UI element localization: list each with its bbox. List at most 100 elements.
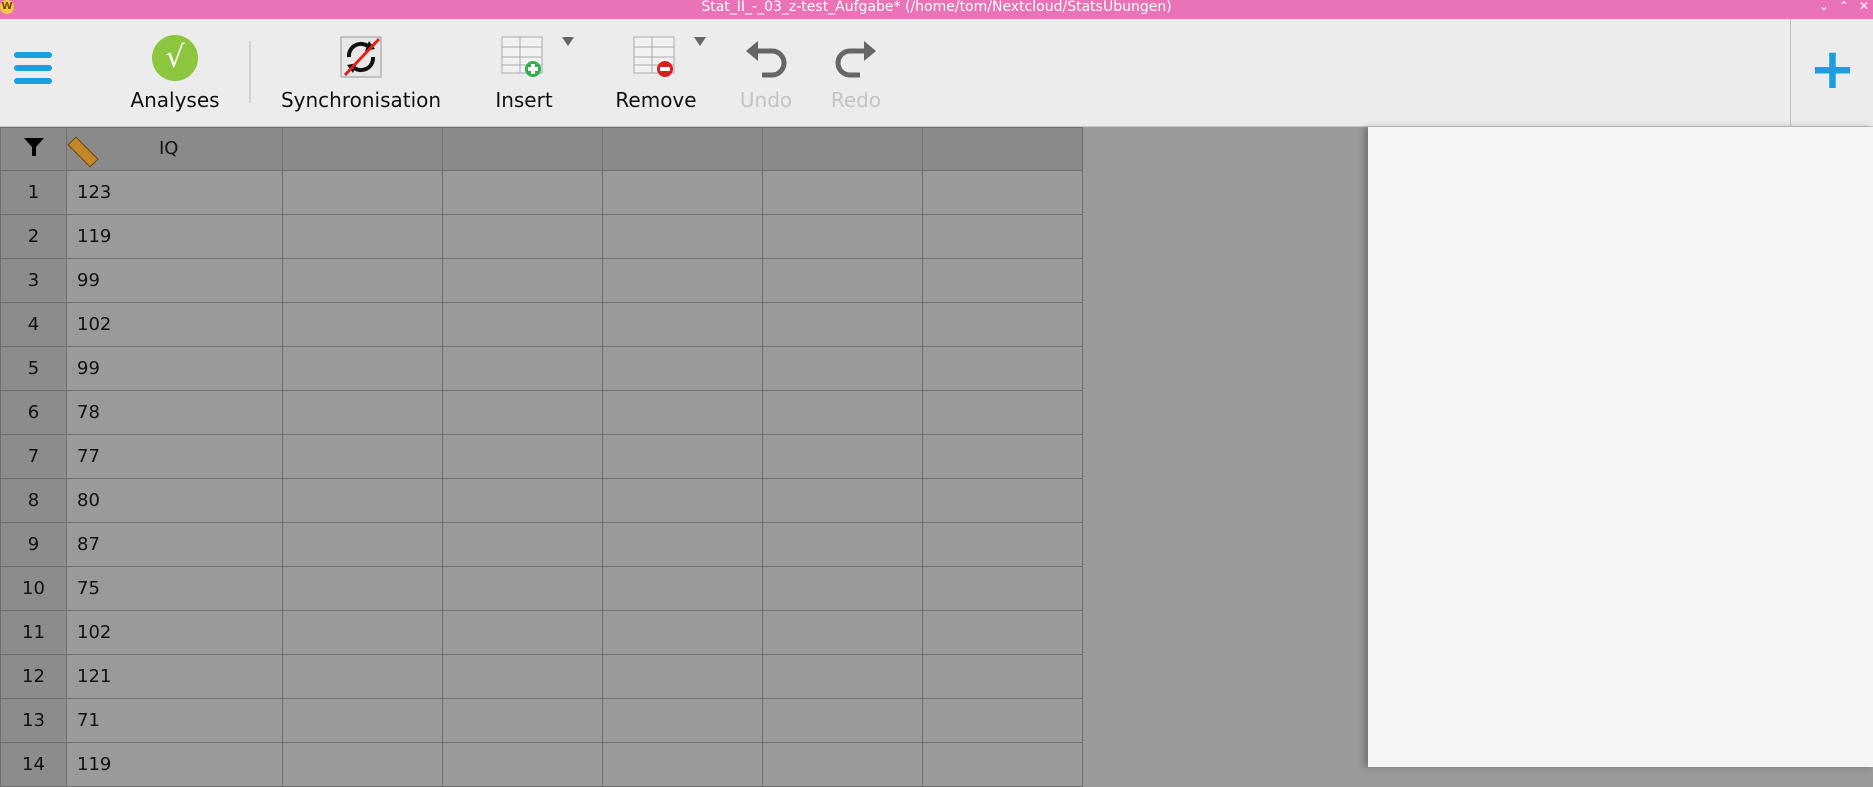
maximize-icon[interactable]: ⌃: [1839, 0, 1849, 14]
cell-empty[interactable]: [922, 258, 1083, 303]
insert-dropdown-arrow[interactable]: [562, 37, 574, 46]
analyses-button[interactable]: √ Analyses: [120, 19, 230, 126]
cell-empty[interactable]: [602, 390, 763, 435]
cell-empty[interactable]: [282, 654, 443, 699]
column-header-empty[interactable]: [922, 127, 1083, 171]
undo-button[interactable]: Undo: [730, 19, 802, 126]
cell-iq[interactable]: 71: [66, 698, 283, 743]
cell-iq[interactable]: 119: [66, 214, 283, 259]
cell-empty[interactable]: [922, 610, 1083, 655]
column-header-empty[interactable]: [762, 127, 923, 171]
cell-iq[interactable]: 102: [66, 610, 283, 655]
row-number[interactable]: 10: [0, 566, 67, 611]
cell-empty[interactable]: [602, 654, 763, 699]
cell-empty[interactable]: [602, 258, 763, 303]
cell-iq[interactable]: 80: [66, 478, 283, 523]
close-icon[interactable]: ✕: [1859, 0, 1869, 14]
cell-empty[interactable]: [922, 566, 1083, 611]
cell-empty[interactable]: [922, 390, 1083, 435]
cell-empty[interactable]: [762, 258, 923, 303]
cell-empty[interactable]: [442, 610, 603, 655]
row-number[interactable]: 1: [0, 170, 67, 215]
cell-empty[interactable]: [282, 742, 443, 787]
cell-empty[interactable]: [282, 434, 443, 479]
cell-empty[interactable]: [442, 566, 603, 611]
cell-empty[interactable]: [282, 258, 443, 303]
column-header-empty[interactable]: [602, 127, 763, 171]
cell-empty[interactable]: [762, 214, 923, 259]
cell-empty[interactable]: [282, 478, 443, 523]
redo-button[interactable]: Redo: [820, 19, 892, 126]
cell-empty[interactable]: [922, 434, 1083, 479]
cell-empty[interactable]: [762, 654, 923, 699]
row-number[interactable]: 9: [0, 522, 67, 567]
cell-empty[interactable]: [442, 390, 603, 435]
cell-empty[interactable]: [282, 302, 443, 347]
cell-empty[interactable]: [602, 302, 763, 347]
column-header-empty[interactable]: [282, 127, 443, 171]
cell-empty[interactable]: [922, 654, 1083, 699]
cell-iq[interactable]: 75: [66, 566, 283, 611]
cell-empty[interactable]: [282, 346, 443, 391]
add-icon[interactable]: +: [1809, 42, 1856, 98]
row-number[interactable]: 13: [0, 698, 67, 743]
cell-empty[interactable]: [442, 214, 603, 259]
cell-empty[interactable]: [602, 566, 763, 611]
cell-iq[interactable]: 78: [66, 390, 283, 435]
row-number[interactable]: 4: [0, 302, 67, 347]
cell-empty[interactable]: [762, 742, 923, 787]
cell-iq[interactable]: 99: [66, 258, 283, 303]
row-number[interactable]: 12: [0, 654, 67, 699]
cell-empty[interactable]: [602, 170, 763, 215]
cell-empty[interactable]: [762, 698, 923, 743]
cell-empty[interactable]: [922, 170, 1083, 215]
cell-empty[interactable]: [762, 302, 923, 347]
cell-empty[interactable]: [442, 654, 603, 699]
cell-iq[interactable]: 123: [66, 170, 283, 215]
cell-empty[interactable]: [442, 478, 603, 523]
cell-empty[interactable]: [762, 522, 923, 567]
cell-empty[interactable]: [922, 742, 1083, 787]
row-number[interactable]: 14: [0, 742, 67, 787]
row-number[interactable]: 7: [0, 434, 67, 479]
cell-iq[interactable]: 119: [66, 742, 283, 787]
row-number[interactable]: 5: [0, 346, 67, 391]
column-header-iq[interactable]: IQ: [66, 127, 283, 171]
remove-dropdown-arrow[interactable]: [694, 37, 706, 46]
cell-empty[interactable]: [602, 610, 763, 655]
cell-empty[interactable]: [922, 302, 1083, 347]
remove-button[interactable]: Remove: [610, 19, 706, 126]
insert-button[interactable]: Insert: [480, 19, 574, 126]
cell-empty[interactable]: [282, 522, 443, 567]
cell-empty[interactable]: [602, 346, 763, 391]
cell-empty[interactable]: [442, 698, 603, 743]
cell-empty[interactable]: [442, 258, 603, 303]
cell-empty[interactable]: [922, 698, 1083, 743]
cell-iq[interactable]: 102: [66, 302, 283, 347]
cell-empty[interactable]: [922, 346, 1083, 391]
cell-empty[interactable]: [762, 170, 923, 215]
synchronisation-button[interactable]: Synchronisation: [276, 19, 446, 126]
cell-empty[interactable]: [762, 390, 923, 435]
cell-iq[interactable]: 77: [66, 434, 283, 479]
cell-empty[interactable]: [442, 522, 603, 567]
cell-iq[interactable]: 87: [66, 522, 283, 567]
cell-empty[interactable]: [442, 346, 603, 391]
cell-empty[interactable]: [762, 346, 923, 391]
cell-empty[interactable]: [602, 214, 763, 259]
row-number[interactable]: 6: [0, 390, 67, 435]
cell-empty[interactable]: [602, 698, 763, 743]
cell-empty[interactable]: [442, 742, 603, 787]
cell-empty[interactable]: [442, 434, 603, 479]
cell-empty[interactable]: [762, 566, 923, 611]
filter-header[interactable]: [0, 127, 67, 171]
cell-iq[interactable]: 99: [66, 346, 283, 391]
cell-empty[interactable]: [442, 302, 603, 347]
cell-empty[interactable]: [922, 522, 1083, 567]
cell-empty[interactable]: [602, 478, 763, 523]
column-header-empty[interactable]: [442, 127, 603, 171]
cell-empty[interactable]: [282, 698, 443, 743]
cell-empty[interactable]: [282, 214, 443, 259]
cell-empty[interactable]: [282, 566, 443, 611]
menu-icon[interactable]: [14, 52, 52, 92]
